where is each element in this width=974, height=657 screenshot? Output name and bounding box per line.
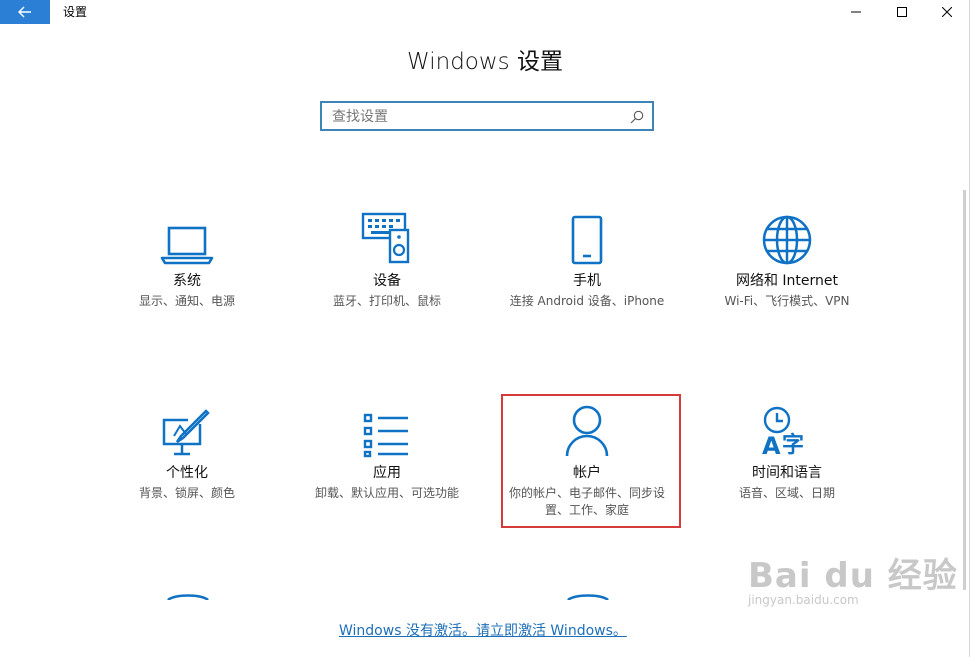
svg-text:A: A [762,432,781,458]
tile-system[interactable]: 系统 显示、通知、电源 [92,204,282,310]
selection-highlight-box [501,394,681,528]
partial-tile-icon [167,594,209,600]
close-button[interactable] [924,0,970,24]
tile-description: 背景、锁屏、颜色 [138,486,235,500]
minimize-icon [851,11,861,13]
search-icon[interactable] [630,110,644,124]
apps-list-icon [363,413,408,458]
tile-name: 手机 [573,273,601,289]
svg-text:字: 字 [782,432,804,458]
maximize-icon [897,7,907,17]
tile-time-language[interactable]: A 字 时间和语言 语音、区域、日期 [692,396,882,502]
scrollbar[interactable] [963,190,966,590]
minimize-button[interactable] [833,0,879,24]
app-title: 设置 [63,5,88,19]
tile-name: 设备 [373,273,401,289]
page-title: Windows 设置 [407,49,563,75]
tile-name: 时间和语言 [752,465,822,481]
tile-name: 网络和 Internet [735,273,839,289]
tile-name: 系统 [173,273,201,289]
back-button[interactable] [0,0,50,24]
tile-description: 语音、区域、日期 [738,486,835,500]
back-arrow-icon [18,6,31,18]
tile-description: 连接 Android 设备、iPhone [509,294,665,308]
tile-description: 蓝牙、打印机、鼠标 [332,294,441,308]
tile-description: Wi-Fi、飞行模式、VPN [724,294,850,308]
tile-network-internet[interactable]: 网络和 Internet Wi-Fi、飞行模式、VPN [692,204,882,310]
close-icon [942,7,952,17]
activate-windows-link[interactable]: Windows 没有激活。请立即激活 Windows。 [339,620,627,640]
baidu-watermark: Bai du 经验 jingyan.baidu.com [748,548,958,607]
phone-icon [571,215,603,265]
tile-phone[interactable]: 手机 连接 Android 设备、iPhone [492,204,682,310]
tile-description: 卸载、默认应用、可选功能 [314,486,459,500]
tile-name: 应用 [373,465,401,481]
search-box[interactable] [320,101,654,131]
devices-icon [361,212,410,264]
search-input[interactable] [330,103,624,131]
maximize-button[interactable] [879,0,925,24]
tile-description: 显示、通知、电源 [138,294,235,308]
laptop-icon [160,226,214,265]
personalization-icon [162,409,210,456]
tile-devices[interactable]: 设备 蓝牙、打印机、鼠标 [292,204,482,310]
globe-icon [762,215,812,265]
time-language-icon: A 字 [762,406,804,458]
title-bar: 设置 [0,0,970,24]
tile-personalization[interactable]: 个性化 背景、锁屏、颜色 [92,396,282,502]
tile-name: 个性化 [166,465,208,481]
tile-apps[interactable]: 应用 卸载、默认应用、可选功能 [292,396,482,502]
partial-tile-icon [567,594,609,600]
watermark-brand: Bai du 经验 [748,556,958,596]
